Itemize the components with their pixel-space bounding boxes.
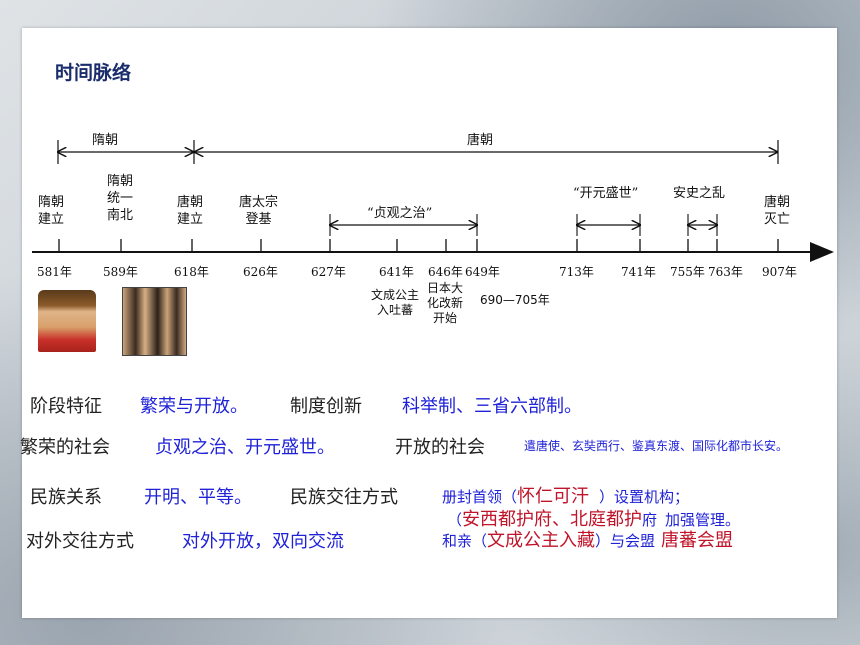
row1-value-a: 繁荣与开放。: [140, 396, 248, 417]
emperor-portrait-image: [38, 290, 96, 352]
note-wencheng: 文成公主 入吐蕃: [371, 288, 420, 317]
year-label: 618年: [174, 265, 209, 279]
year-label: 581年: [37, 265, 72, 279]
row2-value-a: 贞观之治、开元盛世。: [155, 437, 335, 458]
event-sui-unify: 隋朝 统一 南北: [107, 174, 134, 223]
event-tang-fall: 唐朝 灭亡: [764, 195, 791, 227]
row3-label-b: 民族交往方式: [290, 487, 398, 508]
note-taika: 日本大 化改新 开始: [427, 281, 464, 325]
period-label-sui: 隋朝: [92, 133, 119, 148]
row3-value-a: 开明、平等。: [144, 487, 252, 508]
row2-value-b: 遣唐使、玄奘西行、鉴真东渡、国际化都市长安。: [524, 439, 789, 453]
era-anshi: 安史之乱: [673, 186, 726, 201]
year-label: 589年: [103, 265, 138, 279]
row1-label-b: 制度创新: [290, 396, 362, 417]
year-label: 907年: [762, 265, 797, 279]
year-label: 649年: [465, 265, 500, 279]
period-label-tang: 唐朝: [467, 133, 494, 148]
note-wuzetian: 690—705年: [480, 293, 550, 307]
year-label: 741年: [621, 265, 656, 279]
row1-value-b: 科举制、三省六部制。: [402, 396, 582, 417]
year-label: 641年: [379, 265, 414, 279]
year-label: 626年: [243, 265, 278, 279]
figures-painting-image: [122, 287, 187, 356]
year-label: 627年: [311, 265, 346, 279]
year-label: 646年: [428, 265, 463, 279]
row4-value-a: 对外开放，双向交流: [182, 531, 344, 552]
event-sui-founded: 隋朝 建立: [38, 195, 65, 227]
year-label: 763年: [708, 265, 743, 279]
row2-label-b: 开放的社会: [395, 437, 485, 458]
row1-label-a: 阶段特征: [30, 396, 102, 417]
event-taizong: 唐太宗 登基: [239, 195, 279, 227]
event-tang-founded: 唐朝 建立: [177, 195, 204, 227]
row4-label-a: 对外交往方式: [26, 531, 134, 552]
year-label: 755年: [670, 265, 705, 279]
era-kaiyuan: “开元盛世”: [573, 186, 639, 201]
year-label: 713年: [559, 265, 594, 279]
content-card: 时间脉络 隋朝 唐朝 隋朝 建立 隋朝 统一 南北 唐朝 建立 唐太宗 登基 唐…: [20, 28, 837, 618]
row3-line3: 和亲（文成公主入藏）与会盟 唐蕃会盟: [442, 530, 734, 551]
row2-label-a: 繁荣的社会: [20, 437, 110, 458]
row3-label-a: 民族关系: [30, 487, 102, 508]
era-zhenguan: “贞观之治”: [367, 206, 433, 221]
